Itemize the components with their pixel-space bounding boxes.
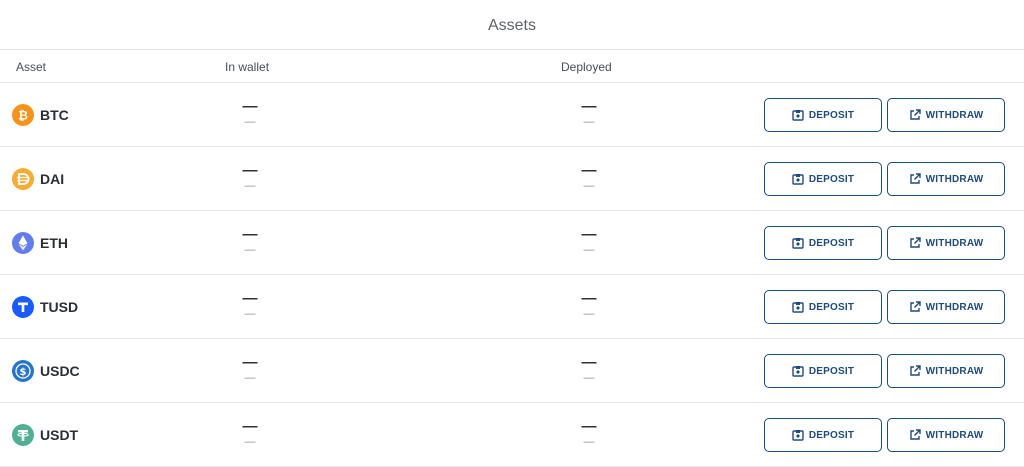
withdraw-label: WITHDRAW xyxy=(925,365,984,377)
asset-symbol: BTC xyxy=(40,107,69,123)
deposit-icon xyxy=(792,429,804,441)
deposit-icon xyxy=(792,173,804,185)
in-wallet-value: — — xyxy=(235,97,265,129)
withdraw-button[interactable]: WITHDRAW xyxy=(887,290,1005,324)
deployed-usd: — xyxy=(583,180,595,192)
deployed-value: — — xyxy=(574,353,604,385)
deployed-usd: — xyxy=(583,436,595,448)
deployed-value: — — xyxy=(574,289,604,321)
external-link-icon xyxy=(909,301,921,313)
deployed-value: — — xyxy=(574,417,604,449)
in-wallet-usd: — xyxy=(244,436,256,448)
deployed-amount: — xyxy=(581,98,597,115)
deposit-icon xyxy=(792,237,804,249)
deployed-usd: — xyxy=(583,244,595,256)
external-link-icon xyxy=(909,429,921,441)
withdraw-label: WITHDRAW xyxy=(925,173,984,185)
column-header-in-wallet: In wallet xyxy=(225,60,270,74)
table-row: ₿ BTC — — — — DEPOSIT WITHDRAW xyxy=(0,83,1024,147)
deposit-button[interactable]: DEPOSIT xyxy=(764,226,882,260)
assets-panel: Assets Asset In wallet Deployed ₿ BTC — … xyxy=(0,0,1024,467)
in-wallet-usd: — xyxy=(244,308,256,320)
deployed-usd: — xyxy=(583,308,595,320)
in-wallet-value: — — xyxy=(235,353,265,385)
panel-title: Assets xyxy=(0,0,1024,50)
usdc-icon: $ xyxy=(12,360,34,382)
column-header-deployed: Deployed xyxy=(561,60,612,74)
dai-icon xyxy=(12,168,34,190)
withdraw-button[interactable]: WITHDRAW xyxy=(887,98,1005,132)
external-link-icon xyxy=(909,365,921,377)
in-wallet-amount: — xyxy=(242,354,258,371)
svg-text:₿: ₿ xyxy=(18,109,28,123)
deposit-label: DEPOSIT xyxy=(808,237,855,249)
external-link-icon xyxy=(909,237,921,249)
asset-symbol: ETH xyxy=(40,235,68,251)
in-wallet-amount: — xyxy=(242,162,258,179)
in-wallet-usd: — xyxy=(244,116,256,128)
deposit-icon xyxy=(792,365,804,377)
btc-icon: ₿ xyxy=(12,104,34,126)
table-row: ETH — — — — DEPOSIT WITHDRAW xyxy=(0,211,1024,275)
deposit-label: DEPOSIT xyxy=(808,429,855,441)
table-row: $ USDC — — — — DEPOSIT WITHDRAW xyxy=(0,339,1024,403)
deposit-button[interactable]: DEPOSIT xyxy=(764,354,882,388)
deployed-value: — — xyxy=(574,225,604,257)
deployed-amount: — xyxy=(581,290,597,307)
usdt-icon xyxy=(12,424,34,446)
in-wallet-value: — — xyxy=(235,289,265,321)
asset-symbol: USDC xyxy=(40,363,80,379)
withdraw-label: WITHDRAW xyxy=(925,301,984,313)
external-link-icon xyxy=(909,173,921,185)
deployed-usd: — xyxy=(583,372,595,384)
external-link-icon xyxy=(909,109,921,121)
in-wallet-value: — — xyxy=(235,161,265,193)
table-row: USDT — — — — DEPOSIT WITHDRAW xyxy=(0,403,1024,467)
deployed-amount: — xyxy=(581,418,597,435)
withdraw-label: WITHDRAW xyxy=(925,429,984,441)
withdraw-label: WITHDRAW xyxy=(925,237,984,249)
withdraw-label: WITHDRAW xyxy=(925,109,984,121)
in-wallet-amount: — xyxy=(242,98,258,115)
tusd-icon xyxy=(12,296,34,318)
deployed-usd: — xyxy=(583,116,595,128)
in-wallet-usd: — xyxy=(244,244,256,256)
in-wallet-value: — — xyxy=(235,225,265,257)
deposit-icon xyxy=(792,109,804,121)
table-row: DAI — — — — DEPOSIT WITHDRAW xyxy=(0,147,1024,211)
asset-symbol: DAI xyxy=(40,171,65,187)
deployed-amount: — xyxy=(581,162,597,179)
withdraw-button[interactable]: WITHDRAW xyxy=(887,418,1005,452)
deployed-value: — — xyxy=(574,161,604,193)
deposit-button[interactable]: DEPOSIT xyxy=(764,98,882,132)
withdraw-button[interactable]: WITHDRAW xyxy=(887,162,1005,196)
deposit-button[interactable]: DEPOSIT xyxy=(764,290,882,324)
in-wallet-amount: — xyxy=(242,418,258,435)
in-wallet-amount: — xyxy=(242,226,258,243)
deposit-button[interactable]: DEPOSIT xyxy=(764,418,882,452)
in-wallet-usd: — xyxy=(244,372,256,384)
column-header-asset: Asset xyxy=(16,60,47,74)
eth-icon xyxy=(12,232,34,254)
deployed-value: — — xyxy=(574,97,604,129)
deployed-amount: — xyxy=(581,354,597,371)
asset-symbol: USDT xyxy=(40,427,79,443)
deposit-label: DEPOSIT xyxy=(808,365,855,377)
asset-symbol: TUSD xyxy=(40,299,79,315)
table-row: TUSD — — — — DEPOSIT WITHDRAW xyxy=(0,275,1024,339)
in-wallet-value: — — xyxy=(235,417,265,449)
svg-text:$: $ xyxy=(20,367,27,378)
withdraw-button[interactable]: WITHDRAW xyxy=(887,354,1005,388)
deployed-amount: — xyxy=(581,226,597,243)
deposit-label: DEPOSIT xyxy=(808,173,855,185)
deposit-button[interactable]: DEPOSIT xyxy=(764,162,882,196)
withdraw-button[interactable]: WITHDRAW xyxy=(887,226,1005,260)
table-header: Asset In wallet Deployed xyxy=(0,50,1024,83)
in-wallet-usd: — xyxy=(244,180,256,192)
in-wallet-amount: — xyxy=(242,290,258,307)
deposit-label: DEPOSIT xyxy=(808,301,855,313)
deposit-label: DEPOSIT xyxy=(808,109,855,121)
deposit-icon xyxy=(792,301,804,313)
